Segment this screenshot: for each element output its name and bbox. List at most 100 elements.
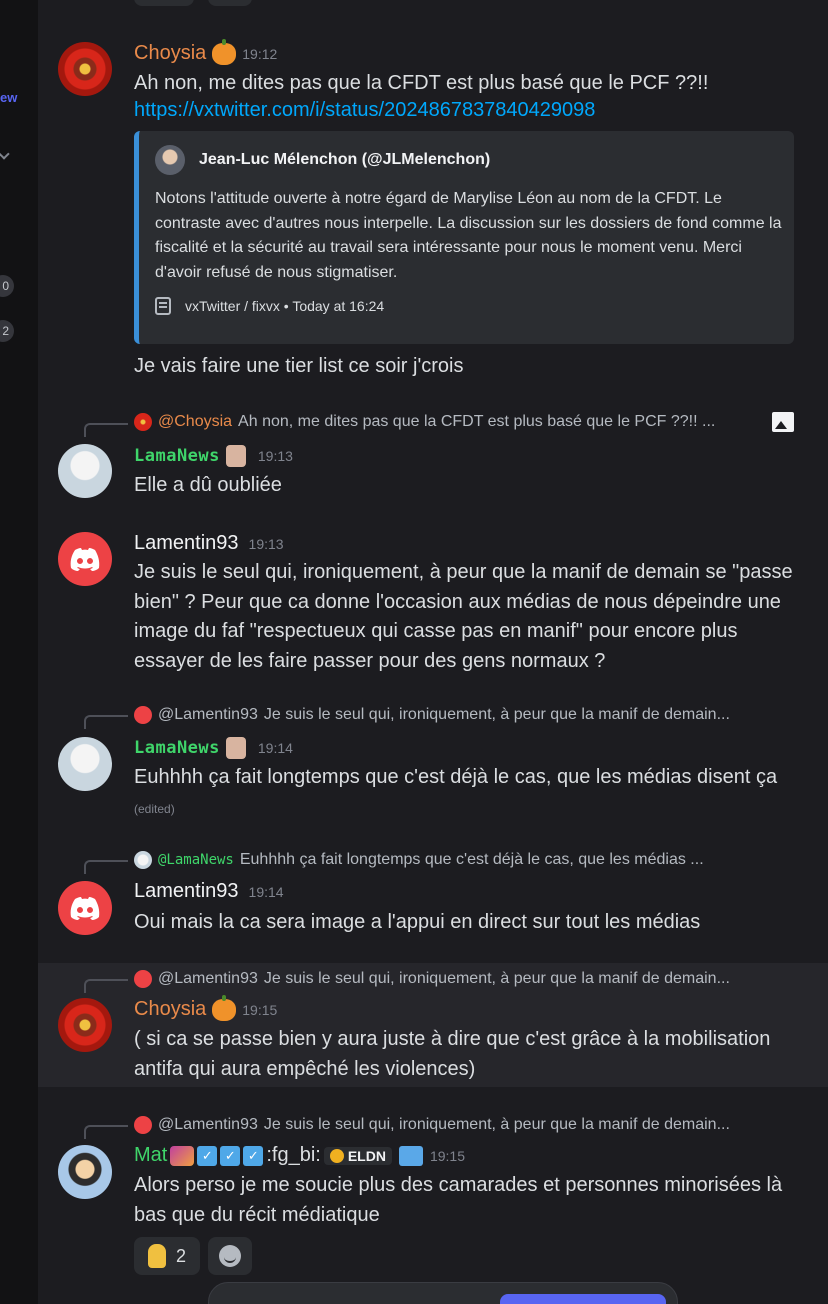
reply-avatar <box>134 970 152 988</box>
server-sidebar: ew 0 2 <box>0 0 38 1304</box>
username[interactable]: Lamentin93 <box>134 532 239 555</box>
message-header: Lamentin93 19:14 <box>134 880 284 903</box>
edited-label: (edited) <box>134 802 175 816</box>
checkbox-icon: ✓ <box>197 1145 218 1166</box>
embed-footer-text: vxTwitter / fixvx • Today at 16:24 <box>185 298 385 314</box>
avatar[interactable] <box>58 532 112 586</box>
timestamp: 19:12 <box>242 45 278 62</box>
username[interactable]: Choysia <box>134 42 206 65</box>
message-text: Euhhhh ça fait longtemps que c'est déjà … <box>134 766 778 788</box>
embed-author[interactable]: Jean-Luc Mélenchon (@JLMelenchon) <box>199 151 490 169</box>
reply-preview[interactable]: @LamaNews Euhhhh ça fait longtemps que c… <box>134 851 704 869</box>
pumpkin-icon <box>212 994 237 1021</box>
pointing-up-icon <box>147 1244 166 1268</box>
message-header: Choysia 19:15 <box>134 994 278 1021</box>
message-header: Choysia 19:12 <box>134 38 278 65</box>
reply-connector <box>84 860 128 874</box>
reply-username[interactable]: @Lamentin93 <box>158 970 258 988</box>
timestamp: 19:13 <box>257 448 293 464</box>
image-icon <box>772 412 794 432</box>
message-text: Je suis le seul qui, ironiquement, à peu… <box>134 561 793 672</box>
message-list: Choysia 19:12 Ah non, me dites pas que l… <box>38 0 828 1304</box>
composer-action-button[interactable] <box>500 1294 666 1304</box>
avatar[interactable] <box>58 444 112 498</box>
reply-username[interactable]: @Lamentin93 <box>158 706 258 724</box>
reply-preview[interactable]: @Lamentin93 Je suis le seul qui, ironiqu… <box>134 706 730 724</box>
link-embed[interactable]: Jean-Luc Mélenchon (@JLMelenchon) Notons… <box>134 131 794 344</box>
message-text: Je vais faire une tier list ce soir j'cr… <box>134 355 464 377</box>
username[interactable]: LamaNews <box>134 738 220 758</box>
checkbox-icon: ✓ <box>220 1145 241 1166</box>
reply-avatar <box>134 1116 152 1134</box>
avatar[interactable] <box>58 1145 112 1199</box>
reply-text: Je suis le seul qui, ironiquement, à peu… <box>263 970 730 987</box>
guild-tag[interactable]: ELDN <box>323 1146 392 1165</box>
reply-preview[interactable]: @Lamentin93 Je suis le seul qui, ironiqu… <box>134 970 730 988</box>
reply-username[interactable]: @Choysia <box>158 413 232 431</box>
reply-text: Je suis le seul qui, ironiquement, à peu… <box>263 706 730 723</box>
timestamp: 19:14 <box>248 883 284 900</box>
custom-emoji-text: :fg_bi: <box>266 1144 321 1166</box>
avatar[interactable] <box>58 881 112 935</box>
message-header: Lamentin93 19:13 <box>134 532 284 555</box>
guild-tag-label: ELDN <box>347 1147 386 1164</box>
message-text: Oui mais la ca sera image a l'appui en d… <box>134 911 701 933</box>
reaction-count: 2 <box>175 1245 186 1266</box>
document-icon <box>155 297 171 315</box>
embed-author-avatar <box>155 145 185 175</box>
timestamp: 19:13 <box>248 535 284 552</box>
pumpkin-icon <box>212 38 237 65</box>
guild-tag-icon <box>329 1148 344 1163</box>
reply-username[interactable]: @Lamentin93 <box>158 1116 258 1134</box>
hand-icon <box>225 737 246 759</box>
reply-text: Ah non, me dites pas que la CFDT est plu… <box>238 413 716 430</box>
timestamp: 19:14 <box>257 740 293 756</box>
discord-icon <box>70 897 100 920</box>
message-text: ( si ca se passe bien y aura juste à dir… <box>134 1028 771 1080</box>
embed-description: Notons l'attitude ouverte à notre égard … <box>155 190 782 281</box>
reply-connector <box>84 979 128 993</box>
discord-icon <box>70 548 100 571</box>
chevron-down-icon[interactable] <box>0 148 10 160</box>
username[interactable]: Mat <box>134 1144 167 1167</box>
message-text: Elle a dû oubliée <box>134 474 282 496</box>
hand-icon <box>225 445 246 467</box>
reply-text: Je suis le seul qui, ironiquement, à peu… <box>263 1116 730 1133</box>
reply-connector <box>84 715 128 729</box>
guitar-icon <box>170 1145 195 1166</box>
reply-preview[interactable]: @Choysia Ah non, me dites pas que la CFD… <box>134 412 794 432</box>
avatar[interactable] <box>58 737 112 791</box>
previous-reaction[interactable] <box>208 0 252 6</box>
username[interactable]: Lamentin93 <box>134 880 239 903</box>
new-messages-indicator[interactable]: ew <box>0 90 17 105</box>
avatar[interactable] <box>58 998 112 1052</box>
reply-username[interactable]: @LamaNews <box>158 852 234 868</box>
smile-icon <box>219 1245 241 1267</box>
monitor-icon <box>398 1145 423 1166</box>
reply-avatar <box>134 413 152 431</box>
timestamp: 19:15 <box>429 1147 465 1164</box>
timestamp: 19:15 <box>242 1001 278 1018</box>
message-text: Alors perso je me soucie plus des camara… <box>134 1174 783 1226</box>
message-link[interactable]: https://vxtwitter.com/i/status/202486783… <box>134 99 595 122</box>
message-text: Ah non, me dites pas que la CFDT est plu… <box>134 72 709 94</box>
username[interactable]: Choysia <box>134 998 206 1021</box>
previous-reaction[interactable] <box>134 0 194 6</box>
reply-text: Euhhhh ça fait longtemps que c'est déjà … <box>239 851 704 868</box>
reaction-pointing-up[interactable]: 2 <box>134 1237 200 1275</box>
avatar[interactable] <box>58 42 112 96</box>
embed-footer: vxTwitter / fixvx • Today at 16:24 <box>155 297 384 315</box>
message-header: Mat ✓ ✓ ✓ :fg_bi: ELDN 19:15 <box>134 1144 465 1167</box>
message-header: LamaNews 19:13 <box>134 445 293 467</box>
checkbox-icon: ✓ <box>243 1145 264 1166</box>
message-header: LamaNews 19:14 <box>134 737 293 759</box>
unread-badge: 0 <box>0 275 14 297</box>
reply-preview[interactable]: @Lamentin93 Je suis le seul qui, ironiqu… <box>134 1116 730 1134</box>
reply-avatar <box>134 851 152 869</box>
unread-badge: 2 <box>0 320 14 342</box>
reply-connector <box>84 423 128 437</box>
add-reaction-button[interactable] <box>208 1237 252 1275</box>
reply-avatar <box>134 706 152 724</box>
reply-connector <box>84 1125 128 1139</box>
username[interactable]: LamaNews <box>134 446 220 466</box>
